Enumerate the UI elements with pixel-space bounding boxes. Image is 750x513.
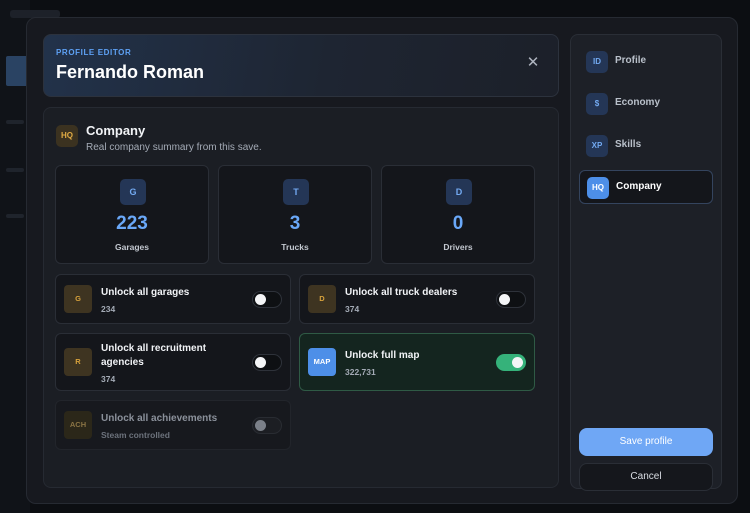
page-title: Fernando Roman	[56, 62, 205, 82]
modal-main: PROFILE EDITOR Fernando Roman ✕ HQ Compa…	[43, 34, 559, 488]
toggle-value: 322,731	[345, 367, 376, 377]
stat-card-garages: G 223 Garages	[55, 165, 209, 264]
section-sidebar: ID Profile $ Economy XP Skills HQ Compan…	[570, 34, 722, 491]
background-line	[6, 168, 24, 172]
toggle-card-unlock-recruitment-agencies: R Unlock all recruitment agencies 374	[55, 333, 291, 391]
sidebar-item-label: Economy	[615, 97, 661, 108]
stat-badge: D	[446, 179, 472, 205]
toggle-value: 374	[345, 304, 360, 314]
toggle-title: Unlock full map	[345, 350, 420, 361]
sidebar-item-label: Skills	[615, 139, 642, 150]
toggle-card-unlock-achievements: ACH Unlock all achievements Steam contro…	[55, 400, 291, 450]
stat-label: Drivers	[443, 242, 473, 252]
sidebar-item-label: Company	[616, 181, 662, 192]
unlock-recruitment-agencies-switch[interactable]	[252, 354, 282, 371]
toggle-value: 374	[101, 374, 116, 384]
switch-knob	[512, 357, 523, 368]
toggle-card-unlock-truck-dealers: D Unlock all truck dealers 374	[299, 274, 535, 324]
toggle-title: Unlock all truck dealers	[345, 287, 458, 298]
switch-knob	[255, 357, 266, 368]
stat-value: 223	[116, 213, 148, 234]
nav-badge: HQ	[587, 177, 609, 199]
close-icon: ✕	[526, 54, 540, 71]
cancel-button[interactable]: Cancel	[579, 463, 713, 491]
sidebar-item-company[interactable]: HQ Company	[579, 170, 713, 204]
header-eyebrow: PROFILE EDITOR	[56, 48, 132, 57]
stat-label: Trucks	[281, 242, 309, 252]
stat-label: Garages	[114, 242, 150, 252]
sidebar-item-profile[interactable]: ID Profile	[579, 45, 713, 79]
toggle-title: Unlock all achievements	[101, 413, 218, 424]
stat-card-trucks: T 3 Trucks	[218, 165, 372, 264]
toggle-badge: G	[64, 285, 92, 313]
toggle-value: Steam controlled	[101, 430, 170, 440]
nav-badge: ID	[586, 51, 608, 73]
save-profile-button[interactable]: Save profile	[579, 428, 713, 456]
stat-card-drivers: D 0 Drivers	[381, 165, 535, 264]
company-panel: HQ Company Real company summary from thi…	[43, 107, 559, 488]
unlock-achievements-switch	[252, 417, 282, 434]
switch-knob	[255, 420, 266, 431]
toggle-badge: D	[308, 285, 336, 313]
toggle-card-unlock-garages: G Unlock all garages 234	[55, 274, 291, 324]
switch-knob	[499, 294, 510, 305]
section-title: Company	[86, 123, 146, 138]
nav-badge: XP	[586, 135, 608, 157]
toggle-title: Unlock all recruitment agencies	[101, 343, 207, 368]
toggle-badge: MAP	[308, 348, 336, 376]
unlock-garages-switch[interactable]	[252, 291, 282, 308]
modal-header: PROFILE EDITOR Fernando Roman ✕	[43, 34, 559, 97]
sidebar-item-economy[interactable]: $ Economy	[579, 87, 713, 121]
section-subtitle: Real company summary from this save.	[86, 142, 262, 153]
stat-badge: G	[120, 179, 146, 205]
stat-value: 3	[289, 213, 301, 234]
background-line	[6, 214, 24, 218]
sidebar-item-skills[interactable]: XP Skills	[579, 129, 713, 163]
profile-editor-modal: PROFILE EDITOR Fernando Roman ✕ HQ Compa…	[26, 17, 738, 504]
unlock-full-map-switch[interactable]	[496, 354, 526, 371]
toggle-badge: R	[64, 348, 92, 376]
background-selected-item	[6, 56, 28, 86]
close-button[interactable]: ✕	[524, 54, 542, 72]
toggle-value: 234	[101, 304, 116, 314]
stat-value: 0	[452, 213, 464, 234]
stat-badge: T	[283, 179, 309, 205]
nav-badge: $	[586, 93, 608, 115]
sidebar-item-label: Profile	[615, 55, 647, 66]
background-line	[6, 120, 24, 124]
toggle-card-unlock-full-map: MAP Unlock full map 322,731	[299, 333, 535, 391]
section-badge: HQ	[56, 125, 78, 147]
unlock-truck-dealers-switch[interactable]	[496, 291, 526, 308]
switch-knob	[255, 294, 266, 305]
toggle-title: Unlock all garages	[101, 287, 190, 298]
toggle-badge: ACH	[64, 411, 92, 439]
